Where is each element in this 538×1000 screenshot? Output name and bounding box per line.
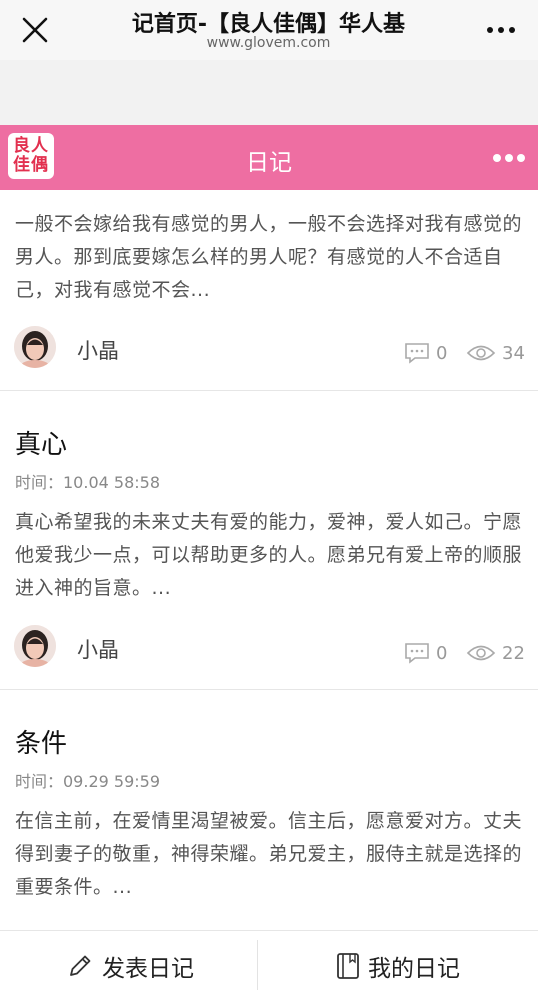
avatar[interactable]	[14, 326, 56, 368]
view-count-value: 22	[502, 642, 525, 664]
bottom-divider	[257, 940, 258, 990]
comment-icon	[405, 643, 429, 664]
post-diary-button[interactable]: 发表日记	[66, 946, 194, 986]
entry-title[interactable]: 真心	[15, 424, 67, 461]
entry-time: 时间：09.29 59:59	[15, 772, 161, 791]
my-diary-button[interactable]: 我的日记	[336, 946, 460, 986]
page-gap	[0, 60, 538, 125]
browser-url: www.glovem.com	[206, 35, 331, 51]
entry-excerpt: 在信主前，在爱情里渴望被爱。信主后，愿意爱对方。丈夫得到妻子的敬重，神得荣耀。弟…	[15, 810, 523, 898]
eye-icon	[466, 645, 496, 661]
menu-icon[interactable]	[488, 146, 530, 170]
diary-entry[interactable]: 条件 时间：09.29 59:59 在信主前，在爱情里渴望被爱。信主后，愿意爱对…	[0, 690, 538, 930]
view-count: 34	[466, 342, 525, 364]
entry-excerpt: 真心希望我的未来丈夫有爱的能力，爱神，爱人如己。宁愿他爱我少一点，可以帮助更多的…	[15, 511, 523, 599]
browser-title: 记首页-【良人佳偶】华人基	[131, 12, 406, 34]
more-options-icon[interactable]	[476, 16, 526, 44]
comment-icon	[405, 343, 429, 364]
avatar[interactable]	[14, 625, 56, 667]
page-title: 日记	[246, 150, 292, 176]
close-icon[interactable]	[18, 13, 52, 47]
post-diary-label: 发表日记	[102, 956, 194, 982]
diary-entry[interactable]: 一般不会嫁给我有感觉的男人，一般不会选择对我有感觉的男人。那到底要嫁怎么样的男人…	[0, 190, 538, 391]
view-count: 22	[466, 642, 525, 664]
comment-count[interactable]: 0	[404, 342, 447, 364]
my-diary-label: 我的日记	[368, 956, 460, 982]
notebook-icon	[337, 953, 359, 979]
author-name[interactable]: 小晶	[77, 634, 119, 664]
comment-count[interactable]: 0	[404, 642, 447, 664]
view-count-value: 34	[502, 342, 525, 364]
eye-icon	[466, 345, 496, 361]
comment-count-value: 0	[436, 342, 448, 364]
pencil-icon	[70, 955, 91, 976]
entry-time: 时间：10.04 58:58	[15, 473, 161, 492]
author-name[interactable]: 小晶	[77, 335, 119, 365]
diary-entry[interactable]: 真心 时间：10.04 58:58 真心希望我的未来丈夫有爱的能力，爱神，爱人如…	[0, 391, 538, 690]
comment-count-value: 0	[436, 642, 448, 664]
browser-bar: 记首页-【良人佳偶】华人基 www.glovem.com	[0, 0, 538, 60]
entry-excerpt: 一般不会嫁给我有感觉的男人，一般不会选择对我有感觉的男人。那到底要嫁怎么样的男人…	[15, 213, 523, 301]
entry-title[interactable]: 条件	[15, 723, 67, 760]
